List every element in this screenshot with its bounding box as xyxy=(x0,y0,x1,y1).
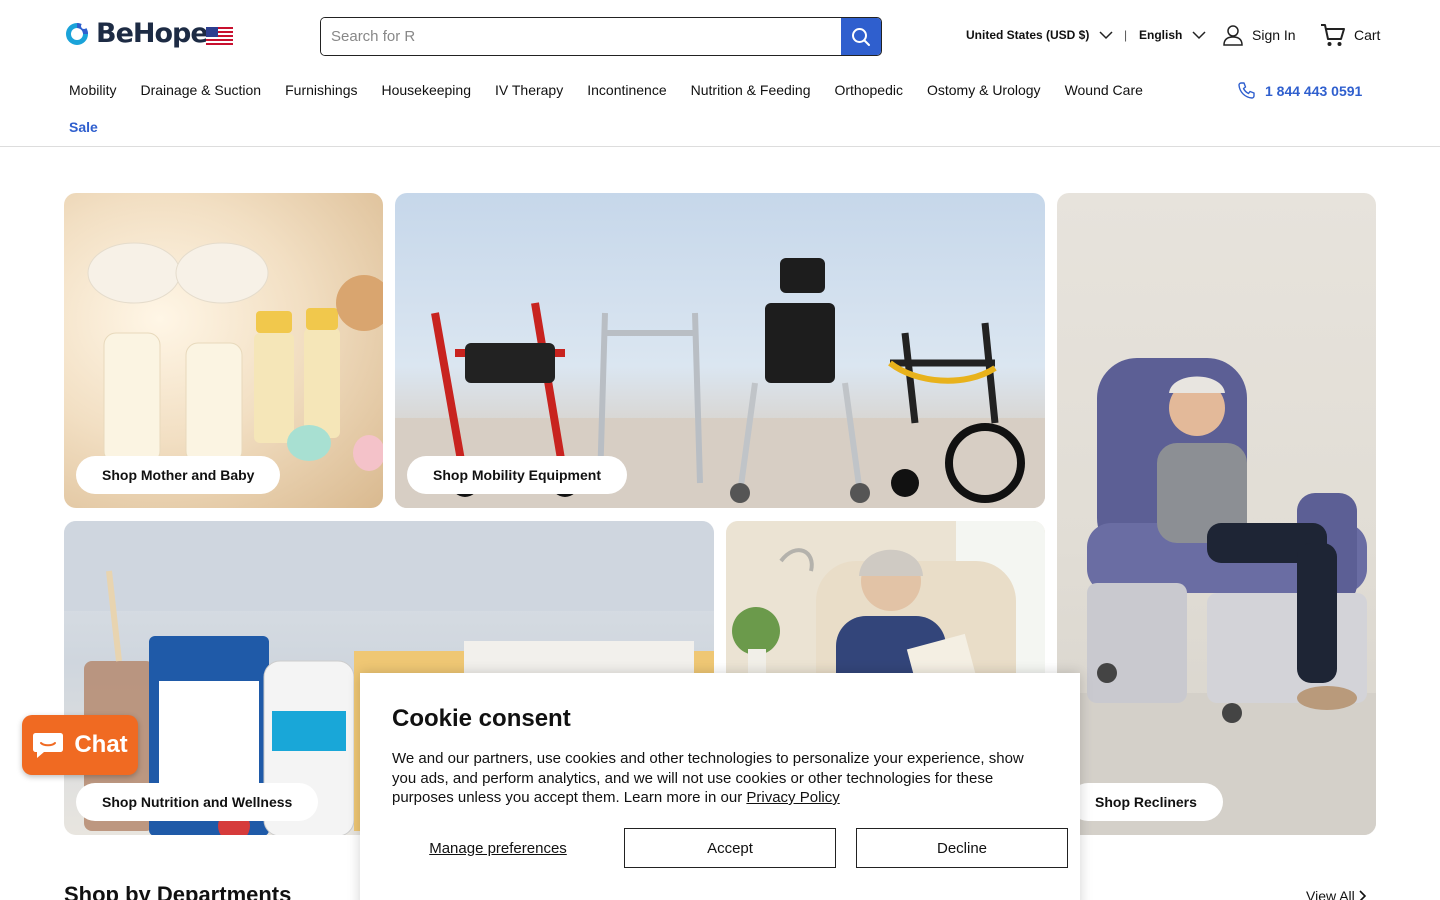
cookie-consent-dialog: Cookie consent We and our partners, use … xyxy=(360,673,1080,900)
sign-in-label: Sign In xyxy=(1252,27,1296,43)
nav-item-drainage[interactable]: Drainage & Suction xyxy=(140,82,261,98)
nav-item-incontinence[interactable]: Incontinence xyxy=(587,82,666,98)
chat-label: Chat xyxy=(74,731,128,758)
chevron-down-icon xyxy=(1099,30,1113,39)
chevron-right-icon xyxy=(1359,890,1366,900)
search-input[interactable] xyxy=(321,18,841,55)
nav-item-wound-care[interactable]: Wound Care xyxy=(1065,82,1143,98)
decline-button[interactable]: Decline xyxy=(856,828,1068,868)
tile-mother-baby[interactable]: Shop Mother and Baby xyxy=(64,193,383,508)
cookie-body: We and our partners, use cookies and oth… xyxy=(392,750,1024,806)
tile-mobility[interactable]: Shop Mobility Equipment xyxy=(395,193,1045,508)
tile-label-mobility: Shop Mobility Equipment xyxy=(407,456,627,494)
nav-item-furnishings[interactable]: Furnishings xyxy=(285,82,357,98)
nav-menu: Mobility Drainage & Suction Furnishings … xyxy=(69,82,1143,98)
phone-link[interactable]: 1 844 443 0591 xyxy=(1238,82,1362,99)
language-selector[interactable]: English xyxy=(1139,28,1206,42)
cookie-text: We and our partners, use cookies and oth… xyxy=(392,749,1032,808)
recliner-image xyxy=(1057,358,1376,835)
phone-number: 1 844 443 0591 xyxy=(1265,82,1363,99)
locale-separator: | xyxy=(1124,28,1128,42)
nav-item-orthopedic[interactable]: Orthopedic xyxy=(834,82,902,98)
search-bar xyxy=(320,17,882,56)
tile-label-mother-baby: Shop Mother and Baby xyxy=(76,456,281,494)
cart-label: Cart xyxy=(1354,27,1381,43)
nav-item-iv-therapy[interactable]: IV Therapy xyxy=(495,82,563,98)
tile-label-recliners: Shop Recliners xyxy=(1069,783,1223,821)
main-nav: Mobility Drainage & Suction Furnishings … xyxy=(0,72,1440,147)
phone-icon xyxy=(1238,82,1255,99)
country-selector[interactable]: United States (USD $) xyxy=(966,28,1113,42)
section-title-departments: Shop by Departments xyxy=(64,882,292,900)
search-icon xyxy=(852,27,870,46)
language-label: English xyxy=(1139,28,1183,42)
view-all-label: View All xyxy=(1306,888,1355,900)
accept-button[interactable]: Accept xyxy=(624,828,836,868)
nav-item-sale[interactable]: Sale xyxy=(69,119,98,135)
us-flag-icon[interactable] xyxy=(206,27,233,45)
privacy-policy-link[interactable]: Privacy Policy xyxy=(746,789,839,806)
site-header: BeHope United States (USD $) | English xyxy=(0,0,1440,72)
sign-in-link[interactable]: Sign In xyxy=(1222,24,1296,46)
tile-label-nutrition: Shop Nutrition and Wellness xyxy=(76,783,319,821)
view-all-link[interactable]: View All xyxy=(1306,888,1367,900)
chat-bubble-icon xyxy=(33,733,64,758)
nav-item-housekeeping[interactable]: Housekeeping xyxy=(381,82,471,98)
logo-mark-icon xyxy=(66,22,88,45)
country-label: United States (USD $) xyxy=(966,28,1090,42)
cookie-title: Cookie consent xyxy=(392,705,571,732)
brand-logo[interactable]: BeHope xyxy=(64,18,209,49)
search-button[interactable] xyxy=(841,18,881,55)
tile-recliners[interactable]: Shop Recliners xyxy=(1057,193,1376,835)
user-icon xyxy=(1223,25,1243,46)
manage-preferences-button[interactable]: Manage preferences xyxy=(392,828,604,868)
nav-item-nutrition[interactable]: Nutrition & Feeding xyxy=(691,82,811,98)
chevron-down-icon xyxy=(1192,30,1206,39)
nav-item-mobility[interactable]: Mobility xyxy=(69,82,116,98)
cart-icon xyxy=(1321,24,1345,46)
cookie-actions: Manage preferences Accept Decline xyxy=(392,828,1068,868)
brand-name: BeHope xyxy=(96,18,209,49)
nav-item-ostomy[interactable]: Ostomy & Urology xyxy=(927,82,1041,98)
chat-button[interactable]: Chat xyxy=(22,715,138,775)
cart-link[interactable]: Cart xyxy=(1320,22,1380,48)
